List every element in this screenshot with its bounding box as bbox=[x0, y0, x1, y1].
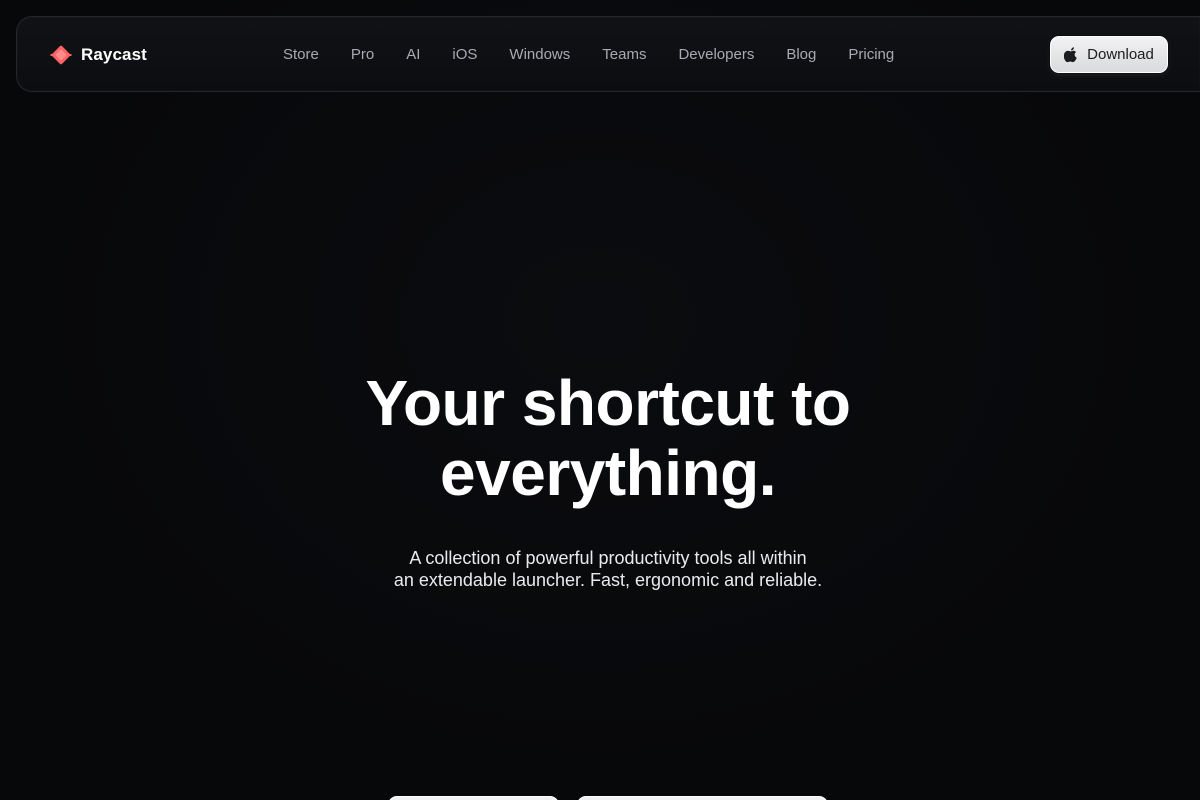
hero-section: Your shortcut to everything. A collectio… bbox=[0, 368, 1200, 591]
nav-link-teams[interactable]: Teams bbox=[602, 45, 646, 65]
nav-link-ios[interactable]: iOS bbox=[452, 45, 477, 65]
nav-link-store[interactable]: Store bbox=[283, 45, 319, 65]
top-navbar: Raycast Store Pro AI iOS Windows Teams D… bbox=[16, 16, 1200, 92]
nav-link-ai[interactable]: AI bbox=[406, 45, 420, 65]
hero-title-line-1: Your shortcut to bbox=[365, 367, 852, 439]
download-button-label: Download bbox=[1087, 46, 1154, 63]
brand-name: Raycast bbox=[81, 45, 147, 64]
hero-subtitle-line-1: A collection of powerful productivity to… bbox=[409, 548, 807, 568]
nav-link-pro[interactable]: Pro bbox=[351, 45, 374, 65]
hero-subtitle-line-2: an extendable launcher. Fast, ergonomic … bbox=[393, 570, 823, 590]
hero-cta-row bbox=[0, 796, 1200, 800]
page: Raycast Store Pro AI iOS Windows Teams D… bbox=[0, 0, 1200, 800]
brand-home-link[interactable]: Raycast bbox=[49, 41, 147, 69]
nav-link-pricing[interactable]: Pricing bbox=[848, 45, 894, 65]
nav-link-developers[interactable]: Developers bbox=[678, 45, 754, 65]
hero-subtitle: A collection of powerful productivity to… bbox=[16, 547, 1200, 591]
apple-icon bbox=[1064, 47, 1077, 63]
hero-secondary-cta-button[interactable] bbox=[577, 796, 828, 800]
hero-title: Your shortcut to everything. bbox=[16, 368, 1200, 508]
raycast-logo-icon bbox=[50, 45, 72, 65]
hero-primary-cta-button[interactable] bbox=[388, 796, 559, 800]
primary-nav: Store Pro AI iOS Windows Teams Developer… bbox=[283, 45, 894, 65]
hero-title-line-2: everything. bbox=[440, 437, 776, 509]
download-button[interactable]: Download bbox=[1050, 36, 1168, 73]
nav-link-blog[interactable]: Blog bbox=[786, 45, 816, 65]
nav-link-windows[interactable]: Windows bbox=[509, 45, 570, 65]
